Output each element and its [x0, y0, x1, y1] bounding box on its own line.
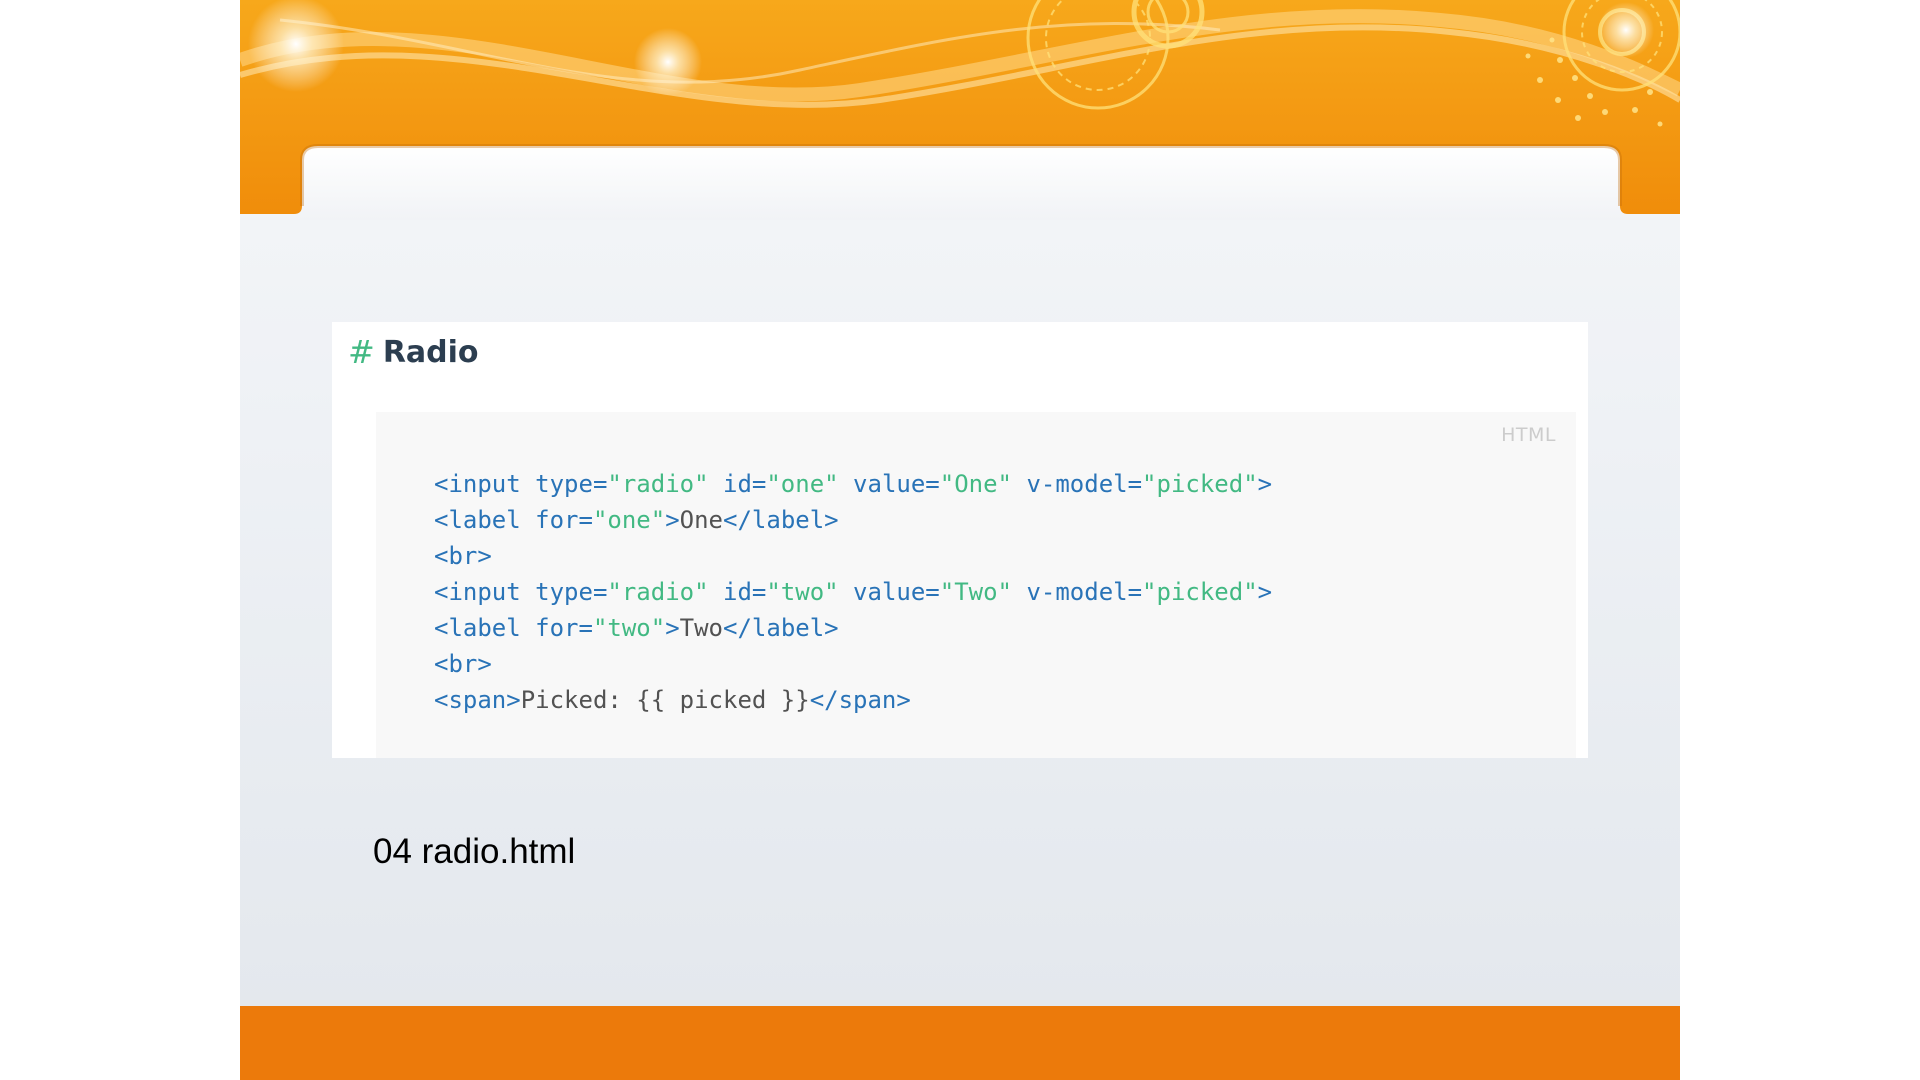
code-string-token: "one"	[592, 506, 666, 534]
code-tag-token: >	[665, 614, 680, 642]
code-line: <br>	[434, 538, 1272, 574]
docs-card: # Radio HTML <input type="radio" id="one…	[332, 322, 1588, 758]
code-text-token: One	[679, 506, 724, 534]
code-block: HTML <input type="radio" id="one" value=…	[376, 412, 1576, 758]
code-tag-token: <input type=	[434, 578, 608, 606]
code-line: <label for="one">One</label>	[434, 502, 1272, 538]
code-tag-token: <input type=	[434, 470, 608, 498]
code-tag-token: v-model=	[1012, 470, 1143, 498]
code-line: <input type="radio" id="two" value="Two"…	[434, 574, 1272, 610]
code-tag-token: >	[1257, 470, 1273, 498]
code-tag-token: <br>	[434, 650, 492, 678]
code-text-token: Two	[679, 614, 724, 642]
code-text-token: Picked: {{ picked }}	[520, 686, 810, 714]
code-tag-token: </label>	[723, 614, 839, 642]
code-tag-token: >	[665, 506, 680, 534]
code-string-token: "radio"	[607, 470, 709, 498]
code-line: <br>	[434, 646, 1272, 682]
section-title: Radio	[382, 334, 479, 370]
code-tag-token: <span>	[434, 686, 521, 714]
code-tag-token: </span>	[809, 686, 911, 714]
code-string-token: "picked"	[1142, 578, 1258, 606]
code-tag-token: value=	[838, 578, 940, 606]
section-heading: # Radio	[348, 330, 479, 374]
anchor-hash-link[interactable]: #	[348, 333, 375, 371]
code-string-token: "two"	[592, 614, 666, 642]
top-banner-decoration	[240, 0, 1680, 220]
code-tag-token: >	[1257, 578, 1273, 606]
code-listing: <input type="radio" id="one" value="One"…	[434, 466, 1272, 718]
code-string-token: "radio"	[607, 578, 709, 606]
code-string-token: "one"	[766, 470, 839, 498]
slide: # Radio HTML <input type="radio" id="one…	[240, 0, 1680, 1080]
footer-band	[240, 1006, 1680, 1080]
code-tag-token: value=	[838, 470, 940, 498]
code-line: <span>Picked: {{ picked }}</span>	[434, 682, 1272, 718]
code-tag-token: <label for=	[434, 506, 593, 534]
code-tag-token: <label for=	[434, 614, 593, 642]
code-tag-token: id=	[708, 578, 767, 606]
code-string-token: "picked"	[1142, 470, 1258, 498]
code-tag-token: id=	[708, 470, 767, 498]
code-string-token: "Two"	[939, 578, 1012, 606]
code-string-token: "two"	[766, 578, 839, 606]
code-string-token: "One"	[939, 470, 1012, 498]
code-line: <input type="radio" id="one" value="One"…	[434, 466, 1272, 502]
code-tag-token: </label>	[723, 506, 839, 534]
code-tag-token: v-model=	[1012, 578, 1143, 606]
code-line: <label for="two">Two</label>	[434, 610, 1272, 646]
code-tag-token: <br>	[434, 542, 492, 570]
slide-caption: 04 radio.html	[373, 832, 576, 871]
code-language-label: HTML	[1501, 424, 1556, 446]
